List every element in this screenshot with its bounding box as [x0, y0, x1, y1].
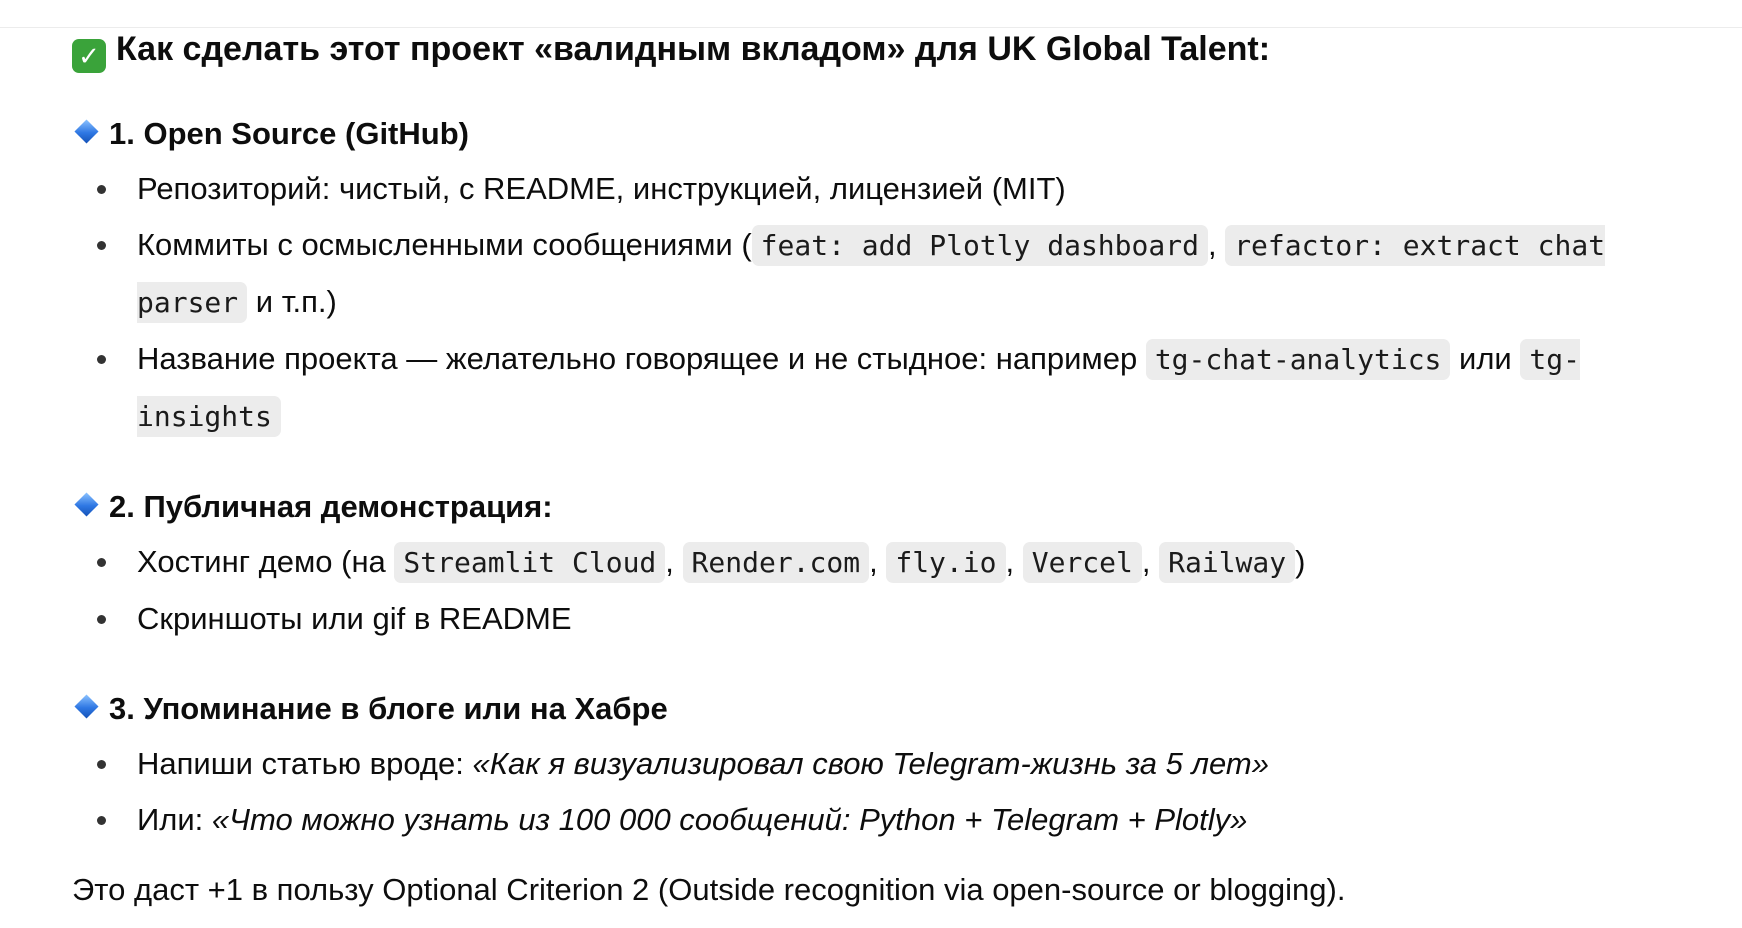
footer-note: Это даст +1 в пользу Optional Criterion … — [72, 872, 1346, 907]
emphasis-text: «Что можно узнать из 100 000 сообщений: … — [211, 802, 1248, 837]
bullet-icon — [97, 241, 106, 250]
list-item: Название проекта — желательно говорящее … — [72, 331, 1657, 445]
section-list-blog: Напиши статью вроде: «Как я визуализиров… — [72, 736, 1632, 848]
bullet-icon — [97, 185, 106, 194]
bullet-icon — [97, 816, 106, 825]
page-title: ✓ Как сделать этот проект «валидным вклад… — [72, 29, 1632, 73]
inline-code: Render.com — [682, 542, 870, 583]
list-item: Хостинг демо (на Streamlit Cloud, Render… — [72, 534, 1632, 591]
section-heading-public-demo: 2. Публичная демонстрация: — [72, 487, 1632, 527]
bullet-icon — [97, 355, 106, 364]
list-item: Скриншоты или gif в README — [72, 591, 1632, 647]
inline-code: Vercel — [1022, 542, 1142, 583]
blue-diamond-icon — [74, 694, 99, 719]
list-item: Напиши статью вроде: «Как я визуализиров… — [72, 736, 1632, 792]
check-mark-button-icon: ✓ — [72, 39, 106, 73]
inline-code: fly.io — [886, 542, 1006, 583]
inline-code: tg-chat-analytics — [1145, 339, 1451, 380]
inline-code: Railway — [1159, 542, 1296, 583]
section-heading-open-source: 1. Open Source (GitHub) — [72, 114, 1632, 154]
bullet-icon — [97, 558, 106, 567]
blue-diamond-icon — [74, 492, 99, 517]
bullet-icon — [97, 760, 106, 769]
list-item: Или: «Что можно узнать из 100 000 сообще… — [72, 792, 1632, 848]
section-list-public-demo: Хостинг демо (на Streamlit Cloud, Render… — [72, 534, 1632, 647]
inline-code: Streamlit Cloud — [394, 542, 666, 583]
list-item: Репозиторий: чистый, с README, инструкци… — [72, 161, 1632, 217]
blue-diamond-icon — [74, 119, 99, 144]
section-list-open-source: Репозиторий: чистый, с README, инструкци… — [72, 161, 1632, 445]
list-item: Коммиты с осмысленными сообщениями (feat… — [72, 217, 1657, 331]
inline-code: feat: add Plotly dashboard — [751, 225, 1208, 266]
bullet-icon — [97, 615, 106, 624]
section-heading-blog: 3. Упоминание в блоге или на Хабре — [72, 689, 1632, 729]
emphasis-text: «Как я визуализировал свою Telegram-жизн… — [472, 746, 1269, 781]
message-content: ✓ Как сделать этот проект «валидным вклад… — [72, 28, 1632, 918]
